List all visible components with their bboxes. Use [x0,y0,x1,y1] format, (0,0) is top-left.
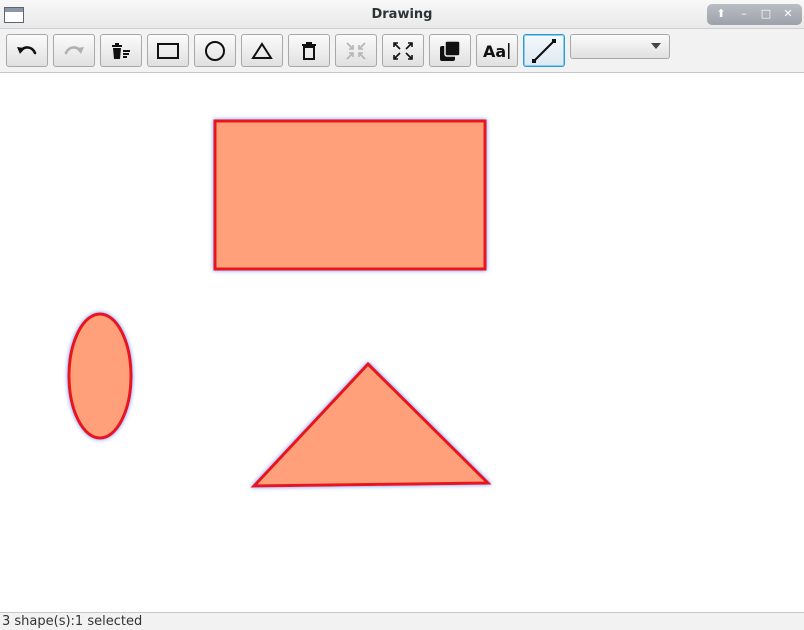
close-icon[interactable]: ✕ [779,6,797,22]
up-icon[interactable]: ⬆ [712,6,730,22]
canvas-surface [67,119,492,488]
clear-all-button[interactable] [100,34,142,67]
text-tool-button[interactable]: Aa [476,34,518,67]
rectangle-tool-button[interactable] [147,34,189,67]
triangle-icon [251,41,273,59]
redo-icon [64,45,84,54]
rectangle-icon [157,42,179,59]
window-title: Drawing [371,7,433,22]
svg-text:Aa: Aa [483,42,506,61]
delete-button[interactable] [288,34,330,67]
triangle-tool-button[interactable] [241,34,283,67]
drawing-canvas[interactable] [0,74,804,612]
minimize-icon[interactable]: – [735,6,753,22]
text-icon: Aa [483,42,510,61]
rectangle-shape[interactable] [213,119,487,271]
status-bar: 3 shape(s):1 selected [0,612,804,630]
line-icon [532,38,556,63]
style-dropdown[interactable] [570,34,670,59]
expand-arrows-icon [393,41,413,60]
drawing-window: Drawing ⬆ – □ ✕ Aa 3 shape(s):1 selected [0,0,804,630]
ellipse-tool-button[interactable] [194,34,236,67]
collapse-arrows-icon [346,41,366,60]
clear-all-icon [112,42,130,59]
toolbar: Aa [0,29,804,73]
bring-to-front-button[interactable] [429,34,471,67]
trash-icon [302,41,316,60]
circle-icon [205,40,225,61]
shrink-button[interactable] [335,34,377,67]
line-tool-button[interactable] [523,34,565,67]
expand-button[interactable] [382,34,424,67]
status-text: 3 shape(s):1 selected [2,614,143,629]
chevron-down-icon [651,43,661,49]
undo-button[interactable] [6,34,48,67]
redo-button[interactable] [53,34,95,67]
maximize-icon[interactable]: □ [757,6,775,22]
window-controls: ⬆ – □ ✕ [707,4,802,25]
title-bar[interactable]: Drawing ⬆ – □ ✕ [0,0,804,29]
undo-icon [17,45,37,54]
triangle-shape[interactable] [250,361,492,488]
layers-icon [440,39,461,61]
ellipse-shape[interactable] [67,312,133,440]
